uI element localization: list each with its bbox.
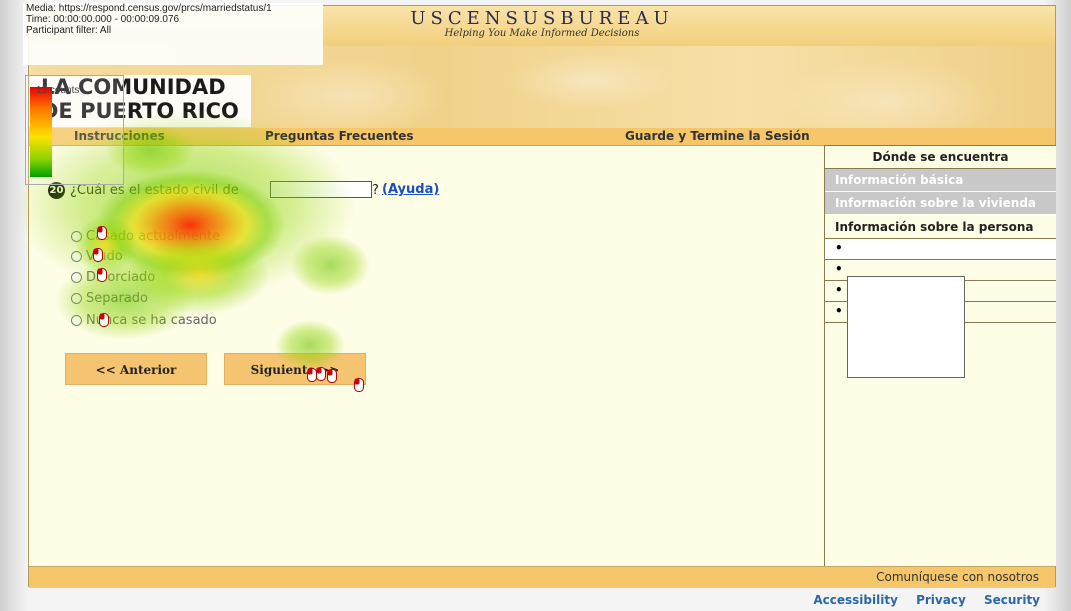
mouse-click-icon — [97, 267, 107, 282]
participant-filter: Participant filter: All — [26, 25, 112, 36]
radio-button[interactable] — [71, 272, 82, 283]
radio-button[interactable] — [71, 315, 82, 326]
nav-bar: Instrucciones Preguntas Frecuentes Guard… — [29, 128, 1055, 146]
bullet: • — [835, 304, 843, 318]
mouse-click-icon — [354, 377, 364, 392]
mouse-click-icon — [97, 225, 107, 240]
bullet: • — [835, 241, 843, 255]
option-nunca-casado[interactable]: Nunca se ha casado — [71, 313, 217, 328]
sidebar-item-vivienda: Información sobre la vivienda — [825, 192, 1056, 215]
sidebar-person-entry: • — [825, 238, 1056, 260]
footer-links: Accessibility Privacy Security — [799, 593, 1040, 607]
siguiente-button[interactable]: Siguiente >> — [224, 353, 366, 385]
legend-count-label: 13 counts — [36, 85, 80, 96]
footer-bar: Comuníquese con nosotros — [29, 566, 1055, 588]
nav-guarde-y-termine[interactable]: Guarde y Termine la Sesión — [625, 129, 810, 143]
contact-link[interactable]: Comuníquese con nosotros — [876, 570, 1039, 584]
sidebar-item-persona: Información sobre la persona — [835, 220, 1034, 234]
option-label: Separado — [86, 291, 148, 306]
time-range: Time: 00:00:00.000 - 00:00:09.076 — [26, 14, 180, 25]
bullet: • — [835, 283, 843, 297]
sidebar-item-basica: Información básica — [825, 169, 1056, 192]
question-mark: ? — [372, 183, 379, 198]
help-link[interactable]: (Ayuda) — [382, 182, 439, 197]
question-text: ¿Cuál es el estado civil de — [70, 183, 239, 198]
mouse-click-icon — [99, 312, 109, 327]
security-link[interactable]: Security — [984, 593, 1040, 607]
media-url: Media: https://respond.census.gov/prcs/m… — [26, 3, 272, 14]
mouse-click-icon — [93, 247, 103, 262]
redacted-names-box — [847, 276, 965, 378]
person-name-field[interactable] — [270, 181, 372, 198]
option-casado[interactable]: Casado actualmente — [71, 229, 220, 244]
radio-button[interactable] — [71, 293, 82, 304]
option-separado[interactable]: Separado — [71, 291, 148, 306]
option-divorciado[interactable]: Divorciado — [71, 270, 155, 285]
survey-page: USCENSUSBUREAU Helping You Make Informed… — [28, 5, 1056, 588]
anterior-button[interactable]: << Anterior — [65, 353, 207, 385]
accessibility-link[interactable]: Accessibility — [813, 593, 898, 607]
sidebar-header: Dónde se encuentra — [825, 145, 1056, 169]
mouse-click-icon — [327, 368, 337, 383]
bullet: • — [835, 262, 843, 276]
mouse-click-icon — [316, 366, 326, 381]
radio-button[interactable] — [71, 251, 82, 262]
privacy-link[interactable]: Privacy — [916, 593, 966, 607]
option-label: Viudo — [86, 249, 123, 264]
heatmap-info-panel: Media: https://respond.census.gov/prcs/m… — [23, 3, 323, 65]
heatmap-color-scale — [30, 87, 52, 177]
nav-preguntas-frecuentes[interactable]: Preguntas Frecuentes — [265, 129, 414, 143]
radio-button[interactable] — [71, 231, 82, 242]
